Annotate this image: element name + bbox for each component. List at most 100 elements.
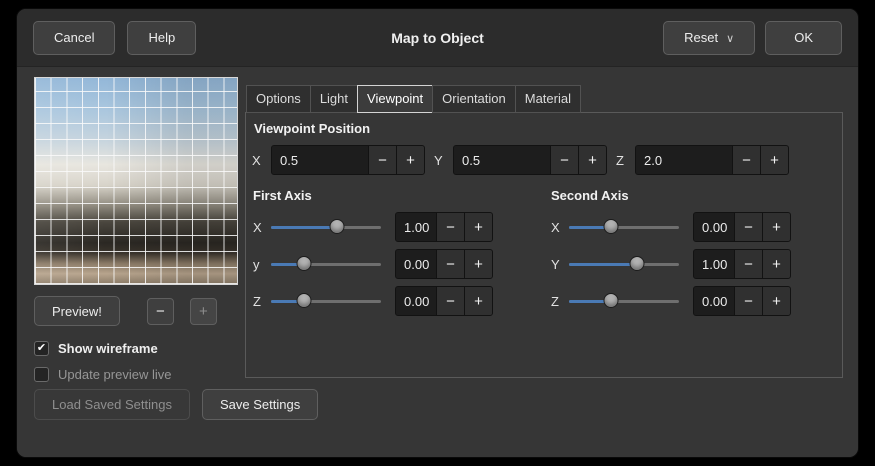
- tab-orientation[interactable]: Orientation: [432, 85, 515, 113]
- position-x-label: X: [252, 153, 262, 168]
- first-axis-x-label: X: [253, 220, 263, 235]
- save-settings-button[interactable]: Save Settings: [202, 389, 318, 420]
- first-axis-z-input[interactable]: 0.00: [396, 287, 436, 315]
- position-y-label: Y: [434, 153, 444, 168]
- second-axis-z-label: Z: [551, 294, 561, 309]
- position-y-decrement-button[interactable]: −: [550, 146, 578, 174]
- second-axis-z-input[interactable]: 0.00: [694, 287, 734, 315]
- first-axis-z-increment-button[interactable]: +: [464, 287, 492, 315]
- plus-icon: +: [199, 303, 208, 320]
- first-axis-z-row: Z 0.00 − +: [253, 286, 537, 316]
- axes-section: First Axis X 1.00 − +: [252, 187, 836, 323]
- tab-material[interactable]: Material: [515, 85, 581, 113]
- second-axis-x-increment-button[interactable]: +: [762, 213, 790, 241]
- reset-dropdown-button[interactable]: Reset ∨: [663, 21, 755, 55]
- slider-handle[interactable]: [330, 219, 345, 234]
- first-axis-y-row: y 0.00 − +: [253, 249, 537, 279]
- second-axis-x-spinbox: 0.00 − +: [693, 212, 791, 242]
- second-axis-x-slider[interactable]: [569, 218, 679, 236]
- chevron-down-icon: ∨: [726, 32, 734, 45]
- slider-fill: [569, 263, 637, 266]
- reset-label: Reset: [684, 30, 718, 45]
- second-axis-y-increment-button[interactable]: +: [762, 250, 790, 278]
- first-axis-y-label: y: [253, 257, 263, 272]
- tab-options[interactable]: Options: [246, 85, 310, 113]
- second-axis-z-spinbox: 0.00 − +: [693, 286, 791, 316]
- second-axis-title: Second Axis: [551, 188, 835, 203]
- preview-image-wireframe[interactable]: [34, 77, 238, 285]
- load-saved-settings-button[interactable]: Load Saved Settings: [34, 389, 190, 420]
- slider-fill: [271, 226, 337, 229]
- zoom-in-button[interactable]: +: [190, 298, 217, 325]
- show-wireframe-option[interactable]: ✔ Show wireframe: [34, 341, 242, 356]
- help-button[interactable]: Help: [127, 21, 196, 55]
- update-preview-live-option[interactable]: Update preview live: [34, 367, 242, 382]
- viewpoint-position-row: X 0.5 − + Y 0.5 − + Z 2.0 −: [252, 145, 836, 175]
- preview-button[interactable]: Preview!: [34, 296, 120, 326]
- map-to-object-dialog: Map to Object Cancel Help Reset ∨ OK Pre…: [16, 8, 859, 458]
- position-x-decrement-button[interactable]: −: [368, 146, 396, 174]
- zoom-out-button[interactable]: −: [147, 298, 174, 325]
- second-axis-y-label: Y: [551, 257, 561, 272]
- tab-viewpoint[interactable]: Viewpoint: [357, 85, 433, 113]
- second-axis-y-row: Y 1.00 − +: [551, 249, 835, 279]
- first-axis-y-spinbox: 0.00 − +: [395, 249, 493, 279]
- preview-panel: Preview! − + ✔ Show wireframe Update pre…: [34, 77, 242, 382]
- first-axis-x-slider[interactable]: [271, 218, 381, 236]
- position-y-increment-button[interactable]: +: [578, 146, 606, 174]
- first-axis-z-decrement-button[interactable]: −: [436, 287, 464, 315]
- slider-handle[interactable]: [603, 219, 618, 234]
- second-axis-z-decrement-button[interactable]: −: [734, 287, 762, 315]
- position-z-input[interactable]: 2.0: [636, 146, 732, 174]
- dialog-content: Preview! − + ✔ Show wireframe Update pre…: [17, 67, 858, 458]
- second-axis-x-input[interactable]: 0.00: [694, 213, 734, 241]
- second-axis-x-label: X: [551, 220, 561, 235]
- first-axis-y-decrement-button[interactable]: −: [436, 250, 464, 278]
- show-wireframe-checkbox[interactable]: ✔: [34, 341, 49, 356]
- dialog-titlebar: Map to Object Cancel Help Reset ∨ OK: [17, 9, 858, 67]
- position-z-increment-button[interactable]: +: [760, 146, 788, 174]
- preview-controls: Preview! − +: [34, 296, 242, 326]
- first-axis-y-input[interactable]: 0.00: [396, 250, 436, 278]
- slider-handle[interactable]: [603, 293, 618, 308]
- position-x-increment-button[interactable]: +: [396, 146, 424, 174]
- second-axis-z-slider[interactable]: [569, 292, 679, 310]
- titlebar-left-actions: Cancel Help: [33, 21, 196, 55]
- first-axis-y-slider[interactable]: [271, 255, 381, 273]
- first-axis-x-increment-button[interactable]: +: [464, 213, 492, 241]
- second-axis-y-slider[interactable]: [569, 255, 679, 273]
- checkmark-icon: ✔: [37, 343, 46, 354]
- titlebar-right-actions: Reset ∨ OK: [663, 21, 842, 55]
- cancel-button[interactable]: Cancel: [33, 21, 115, 55]
- footer-actions: Load Saved Settings Save Settings: [34, 389, 318, 420]
- first-axis-z-label: Z: [253, 294, 263, 309]
- first-axis-x-input[interactable]: 1.00: [396, 213, 436, 241]
- second-axis-z-row: Z 0.00 − +: [551, 286, 835, 316]
- second-axis-y-decrement-button[interactable]: −: [734, 250, 762, 278]
- position-y-input[interactable]: 0.5: [454, 146, 550, 174]
- first-axis-x-decrement-button[interactable]: −: [436, 213, 464, 241]
- position-y-spinbox: 0.5 − +: [453, 145, 607, 175]
- update-preview-live-label: Update preview live: [58, 367, 171, 382]
- slider-handle[interactable]: [297, 293, 312, 308]
- position-x-input[interactable]: 0.5: [272, 146, 368, 174]
- position-x-spinbox: 0.5 − +: [271, 145, 425, 175]
- settings-panel: Options Light Viewpoint Orientation Mate…: [245, 85, 843, 378]
- slider-handle[interactable]: [297, 256, 312, 271]
- first-axis-z-slider[interactable]: [271, 292, 381, 310]
- second-axis-x-row: X 0.00 − +: [551, 212, 835, 242]
- update-preview-live-checkbox[interactable]: [34, 367, 49, 382]
- first-axis-y-increment-button[interactable]: +: [464, 250, 492, 278]
- tab-strip: Options Light Viewpoint Orientation Mate…: [246, 85, 843, 113]
- first-axis-title: First Axis: [253, 188, 537, 203]
- second-axis-y-input[interactable]: 1.00: [694, 250, 734, 278]
- second-axis-x-decrement-button[interactable]: −: [734, 213, 762, 241]
- tab-light[interactable]: Light: [310, 85, 357, 113]
- position-z-decrement-button[interactable]: −: [732, 146, 760, 174]
- second-axis-z-increment-button[interactable]: +: [762, 287, 790, 315]
- second-axis-column: Second Axis X 0.00 − +: [551, 187, 835, 323]
- slider-handle[interactable]: [630, 256, 645, 271]
- ok-button[interactable]: OK: [765, 21, 842, 55]
- position-z-label: Z: [616, 153, 626, 168]
- position-z-spinbox: 2.0 − +: [635, 145, 789, 175]
